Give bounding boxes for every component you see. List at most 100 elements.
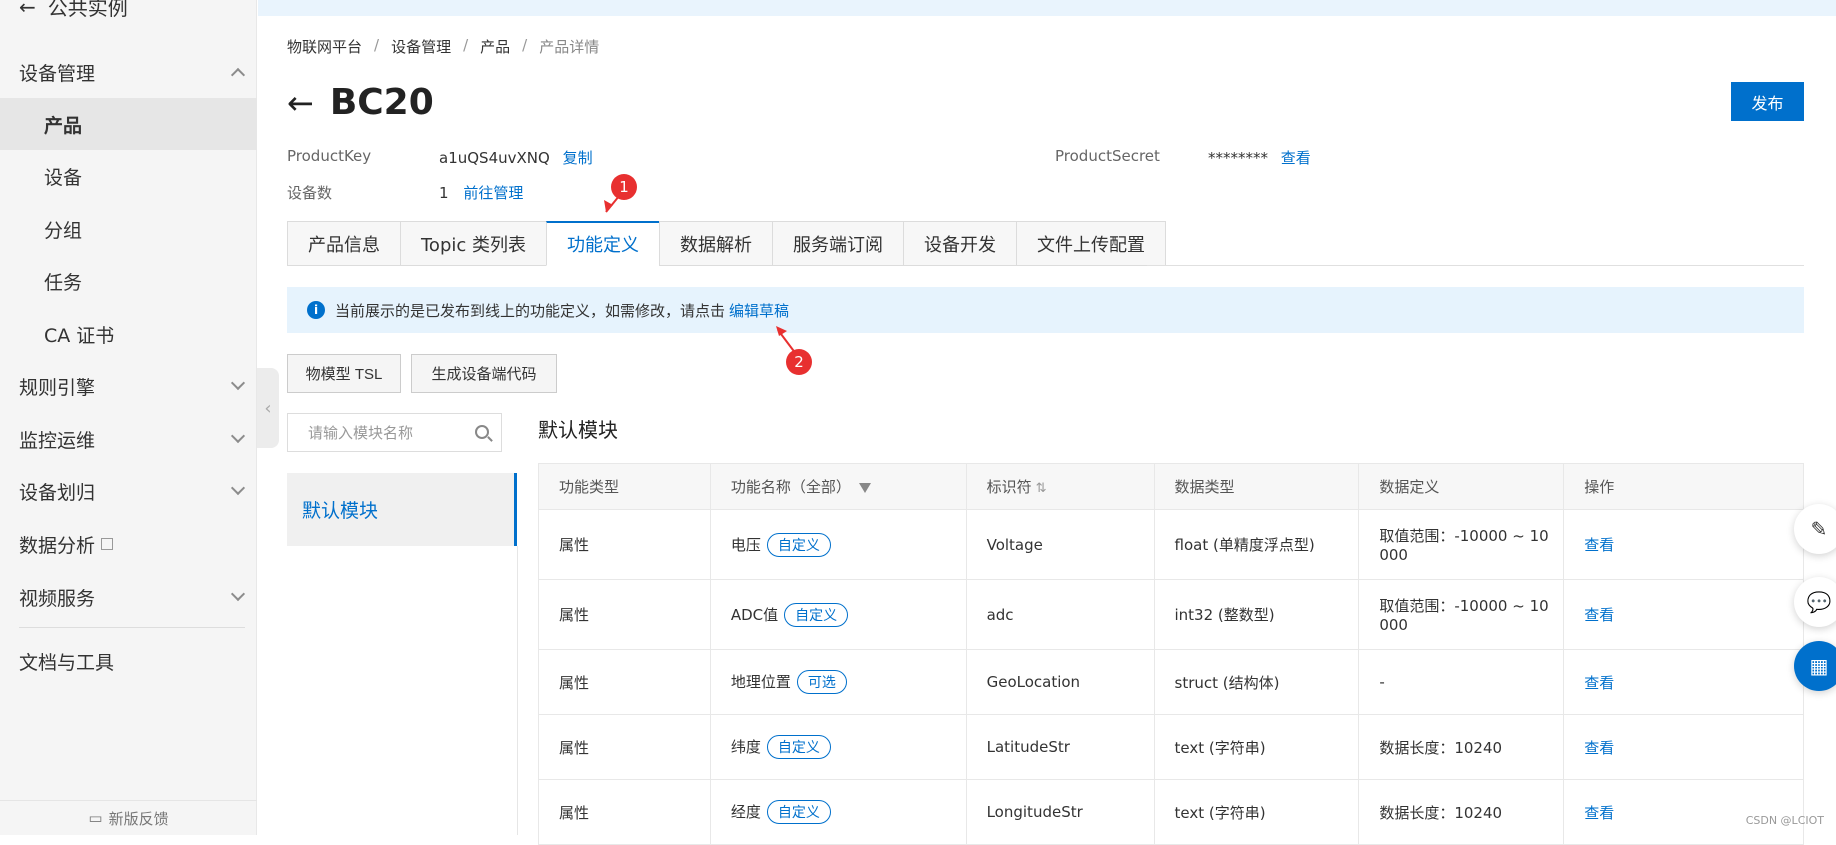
sidebar-item-device[interactable]: 设备 <box>0 150 257 202</box>
sidebar-item-rules-engine[interactable]: 规则引擎 <box>0 360 257 412</box>
sidebar-item-monitoring[interactable]: 监控运维 <box>0 413 257 465</box>
instance-switcher[interactable]: ← 公共实例 <box>19 0 128 21</box>
sidebar-item-label: 设备管理 <box>19 59 95 86</box>
external-link-icon <box>101 538 113 550</box>
sidebar-item-device-assignment[interactable]: 设备划归 <box>0 465 257 517</box>
chat-icon: 💬 <box>1807 590 1832 614</box>
tab-server-subscription[interactable]: 服务端订阅 <box>772 221 903 266</box>
cell-type: 属性 <box>539 715 711 780</box>
product-key-value: a1uQS4uvXNQ <box>439 149 550 167</box>
table-row: 属性 地理位置可选 GeoLocation struct (结构体) - 查看 <box>539 650 1804 715</box>
info-notice: i 当前展示的是已发布到线上的功能定义，如需修改，请点击 编辑草稿 <box>287 287 1804 333</box>
sidebar-item-label: 文档与工具 <box>19 648 114 675</box>
sidebar-item-label: 规则引擎 <box>19 373 95 400</box>
sidebar-item-label: 分组 <box>44 216 82 243</box>
tab-data-parsing[interactable]: 数据解析 <box>659 221 772 266</box>
cell-actions: 查看 <box>1564 580 1804 650</box>
back-arrow-icon: ← <box>19 0 36 19</box>
product-key-value-row: a1uQS4uvXNQ 复制 <box>439 147 593 168</box>
custom-tag: 自定义 <box>784 603 848 627</box>
breadcrumb-item[interactable]: 产品 <box>480 36 510 57</box>
function-name: 电压 <box>731 536 761 554</box>
tab-function-definition[interactable]: 功能定义 <box>546 221 659 266</box>
module-item-default[interactable]: 默认模块 <box>287 473 517 546</box>
view-link[interactable]: 查看 <box>1584 606 1614 624</box>
function-name: ADC值 <box>731 606 778 624</box>
notice-text: 当前展示的是已发布到线上的功能定义，如需修改，请点击 <box>335 300 725 321</box>
device-count-row: 设备数 <box>287 182 332 203</box>
tab-topic-list[interactable]: Topic 类列表 <box>400 221 546 266</box>
custom-tag: 自定义 <box>767 533 831 557</box>
top-banner <box>258 0 1836 16</box>
view-link[interactable]: 查看 <box>1584 674 1614 692</box>
sidebar-item-label: 设备 <box>44 163 82 190</box>
edit-float-button[interactable]: ✎ <box>1794 504 1836 554</box>
sidebar-collapse-handle[interactable]: ‹ <box>257 368 279 448</box>
page-title: BC20 <box>330 82 434 123</box>
tab-product-info[interactable]: 产品信息 <box>287 221 400 266</box>
cell-actions: 查看 <box>1564 510 1804 580</box>
product-secret-value: ******** <box>1208 149 1268 167</box>
breadcrumb-separator: / <box>522 36 527 57</box>
view-secret-link[interactable]: 查看 <box>1281 149 1311 167</box>
function-name: 地理位置 <box>731 673 791 691</box>
manage-link[interactable]: 前往管理 <box>463 184 523 202</box>
breadcrumb: 物联网平台 / 设备管理 / 产品 / 产品详情 <box>287 36 599 57</box>
view-link[interactable]: 查看 <box>1584 739 1614 757</box>
cell-data-type: float (单精度浮点型) <box>1154 510 1359 580</box>
sidebar-item-group[interactable]: 分组 <box>0 203 257 255</box>
col-header-name[interactable]: 功能名称（全部） <box>710 464 966 510</box>
sidebar-item-docs-tools[interactable]: 文档与工具 <box>0 635 257 687</box>
chevron-left-icon: ‹ <box>264 398 271 419</box>
feedback-button[interactable]: ▭ 新版反馈 <box>0 800 257 835</box>
custom-tag: 自定义 <box>767 735 831 759</box>
cell-data-type: text (字符串) <box>1154 715 1359 780</box>
title-row: ← BC20 <box>287 82 434 123</box>
table-row: 属性 纬度自定义 LatitudeStr text (字符串) 数据长度：102… <box>539 715 1804 780</box>
table-row: 属性 ADC值自定义 adc int32 (整数型) 取值范围：-10000 ~… <box>539 580 1804 650</box>
cell-identifier: Voltage <box>966 510 1154 580</box>
apps-icon: ▦ <box>1810 654 1829 678</box>
view-link[interactable]: 查看 <box>1584 536 1614 554</box>
cell-data-definition: 取值范围：-10000 ~ 10000 <box>1359 580 1564 650</box>
product-secret-row: ProductSecret <box>1055 147 1160 165</box>
sidebar-item-data-analysis[interactable]: 数据分析 <box>0 518 257 570</box>
definition-line: 000 <box>1379 546 1563 564</box>
sidebar-item-video-service[interactable]: 视频服务 <box>0 571 257 623</box>
sidebar-item-label: 视频服务 <box>19 584 95 611</box>
apps-float-button[interactable]: ▦ <box>1794 641 1836 691</box>
view-link[interactable]: 查看 <box>1584 804 1614 822</box>
sidebar-item-device-management[interactable]: 设备管理 <box>0 46 257 98</box>
tab-device-development[interactable]: 设备开发 <box>903 221 1016 266</box>
custom-tag: 自定义 <box>767 800 831 824</box>
filter-icon[interactable] <box>859 483 871 493</box>
breadcrumb-item[interactable]: 设备管理 <box>391 36 451 57</box>
sidebar-item-label: 监控运维 <box>19 426 95 453</box>
generate-code-button[interactable]: 生成设备端代码 <box>411 354 557 393</box>
product-secret-label: ProductSecret <box>1055 147 1160 165</box>
product-key-label: ProductKey <box>287 147 371 165</box>
sidebar-item-ca-cert[interactable]: CA 证书 <box>0 308 257 360</box>
chat-float-button[interactable]: 💬 <box>1794 577 1836 627</box>
edit-draft-link[interactable]: 编辑草稿 <box>729 300 789 321</box>
breadcrumb-item[interactable]: 物联网平台 <box>287 36 362 57</box>
definition-line: 取值范围：-10000 ~ 10 <box>1379 525 1563 546</box>
publish-button[interactable]: 发布 <box>1731 82 1804 121</box>
tsl-button[interactable]: 物模型 TSL <box>287 354 401 393</box>
device-count-value: 1 <box>439 184 449 202</box>
copy-link[interactable]: 复制 <box>563 149 593 167</box>
module-search-input[interactable]: 请输入模块名称 <box>287 413 502 452</box>
col-header-identifier[interactable]: 标识符⇅ <box>966 464 1154 510</box>
function-table: 功能类型 功能名称（全部） 标识符⇅ 数据类型 数据定义 操作 属性 电压自定义… <box>538 463 1804 845</box>
tab-file-upload-config[interactable]: 文件上传配置 <box>1016 221 1166 266</box>
back-arrow-icon[interactable]: ← <box>287 87 314 119</box>
search-icon[interactable] <box>475 425 489 439</box>
sort-icon[interactable]: ⇅ <box>1036 481 1047 496</box>
table-row: 属性 电压自定义 Voltage float (单精度浮点型) 取值范围：-10… <box>539 510 1804 580</box>
sidebar-item-task[interactable]: 任务 <box>0 255 257 307</box>
annotation-arrowhead-1 <box>604 200 613 212</box>
watermark: CSDN @LCIOT <box>1746 814 1824 827</box>
chevron-down-icon <box>231 587 245 601</box>
product-key-row: ProductKey <box>287 147 371 165</box>
sidebar-item-product[interactable]: 产品 <box>0 98 257 150</box>
